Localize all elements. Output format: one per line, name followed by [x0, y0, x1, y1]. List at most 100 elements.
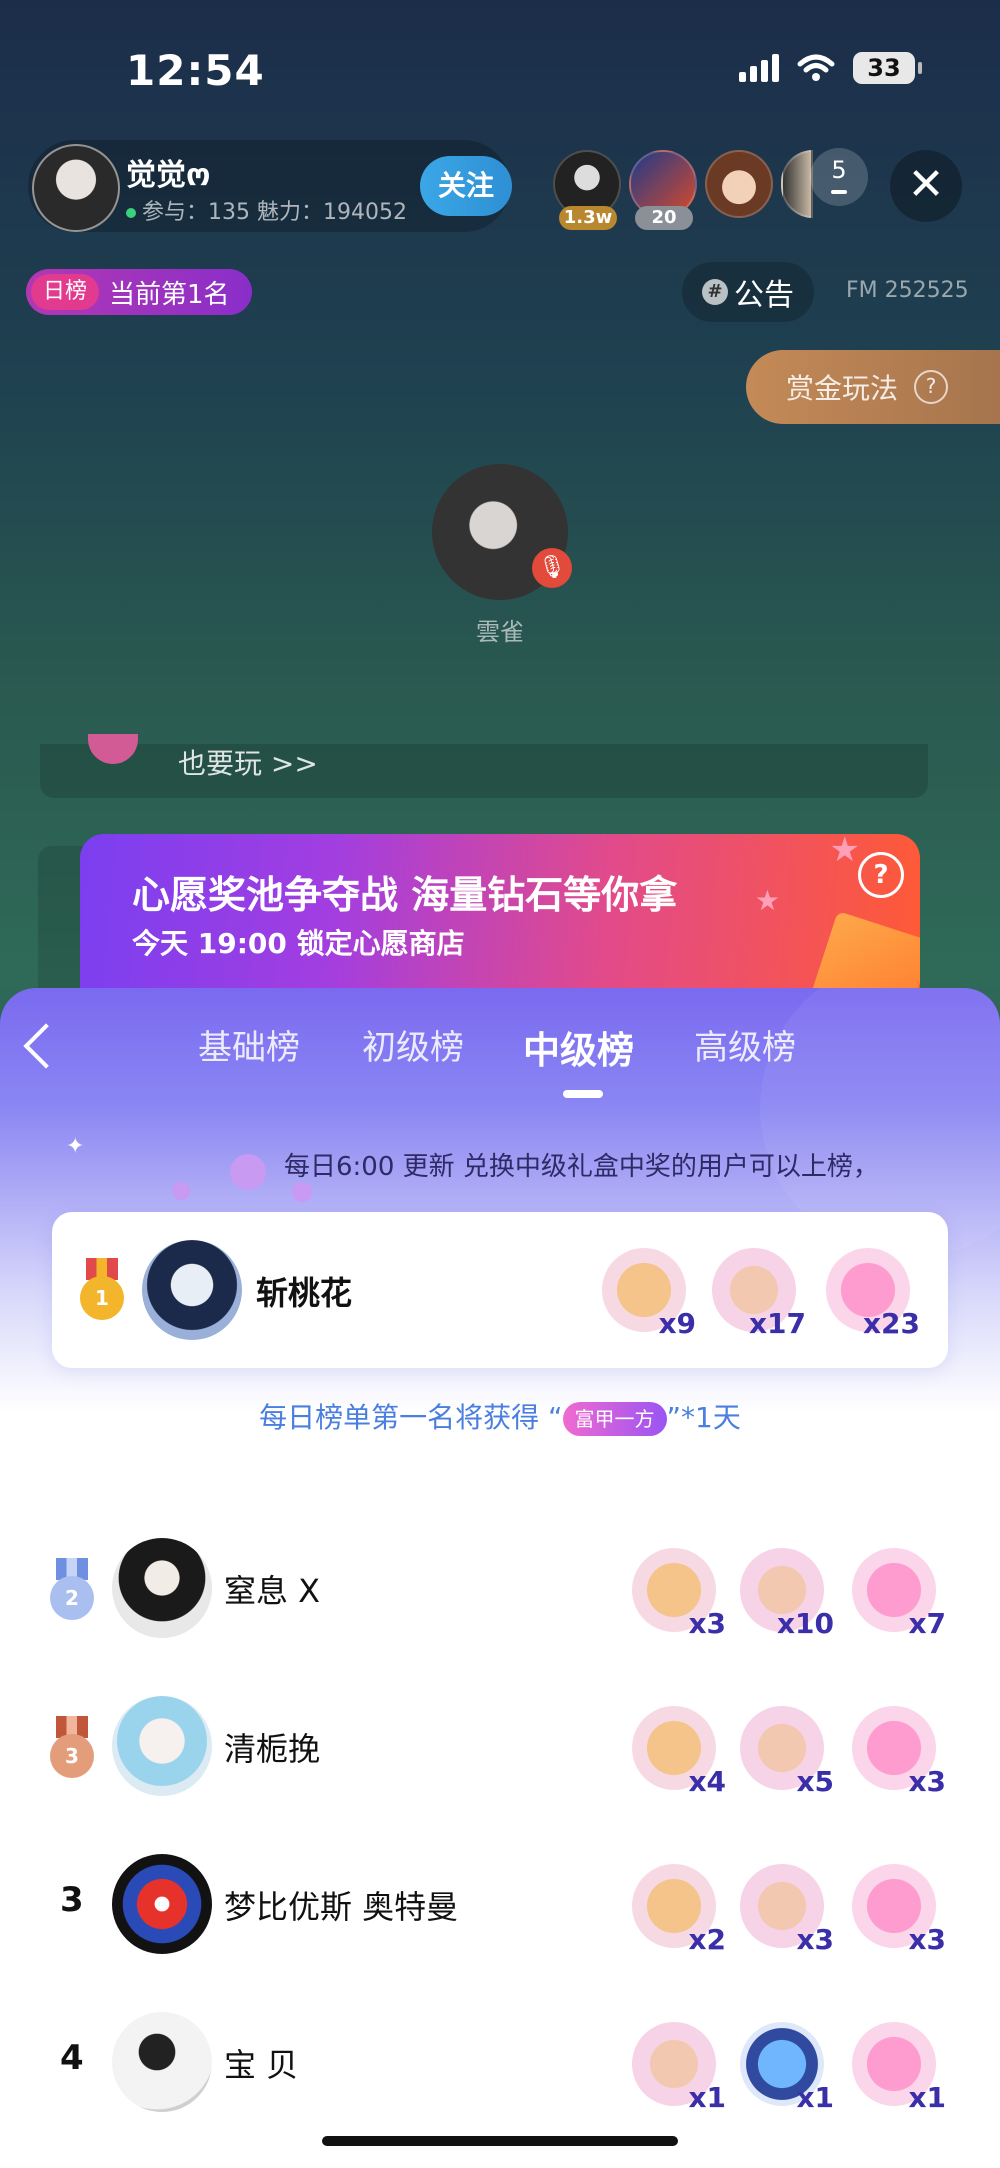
fm-id: FM 252525 — [846, 278, 969, 303]
first-place-card[interactable]: 1 斩桃花 x9 x17 x23 — [52, 1212, 948, 1368]
gift-count: x17 — [748, 1307, 806, 1340]
viewer-badge: 20 — [635, 206, 693, 230]
follow-button[interactable]: 关注 — [420, 156, 512, 216]
gift-teddy-bear-icon: x3 — [734, 1858, 834, 1956]
promo-title: 心愿奖池争夺战 海量钻石等你拿 — [132, 873, 678, 917]
host-stats: 参与：135 魅力：194052 — [126, 194, 407, 226]
reward-note: 每日榜单第一名将获得 “富甲一方 ”*1天 — [0, 1396, 1000, 1436]
game-icon — [88, 734, 138, 764]
gift-count: x3 — [908, 1923, 946, 1956]
gift-count: x3 — [908, 1765, 946, 1798]
user-name: 梦比优斯 奥特曼 — [224, 1888, 459, 1926]
tab-beginner[interactable]: 初级榜 — [362, 1020, 464, 1069]
online-dot-icon — [126, 208, 136, 218]
leaderboard-panel: 基础榜 初级榜 中级榜 高级榜 ✦ 每日6:00 更新 兑换中级礼盒中奖的用户可… — [0, 988, 1000, 2168]
gift-envelope-bear-icon: x3 — [626, 1542, 726, 1640]
game-strip[interactable]: 也要玩 >> — [40, 734, 928, 798]
promo-subtitle: 今天 19:00 锁定心愿商店 — [132, 927, 465, 960]
daily-rank-tag: 日榜 — [31, 274, 100, 310]
user-name: 窒息 X — [224, 1572, 321, 1610]
gold-medal-icon: 1 — [78, 1258, 126, 1320]
user-avatar[interactable] — [142, 1240, 242, 1340]
daily-rank-text: 当前第1名 — [109, 279, 230, 310]
mic-muted-icon: 🎙 — [532, 548, 572, 588]
signal-icon — [739, 54, 779, 82]
gift-count: x5 — [796, 1765, 834, 1798]
update-note: 每日6:00 更新 兑换中级礼盒中奖的用户可以上榜， — [284, 1152, 879, 1182]
reward-badge: 富甲一方 — [562, 1402, 667, 1436]
silver-medal-icon: 2 — [48, 1558, 96, 1620]
rank-row[interactable]: 2 窒息 X x3 x10 x7 — [0, 1528, 1000, 1648]
daily-rank-badge[interactable]: 日榜 当前第1名 — [26, 269, 252, 315]
sparkle-icon: ✦ — [66, 1134, 85, 1159]
gift-heart-wand-icon: x3 — [846, 1858, 946, 1956]
user-avatar[interactable] — [112, 1854, 212, 1954]
notice-button[interactable]: # 公告 — [682, 262, 814, 322]
battery-icon: 33 — [853, 52, 922, 84]
host-avatar[interactable] — [32, 144, 120, 232]
help-icon: ? — [914, 370, 949, 404]
gift-count: x1 — [796, 2081, 834, 2114]
bounty-button[interactable]: 赏金玩法 ? — [746, 350, 1000, 424]
gift-heart-wand-icon: x7 — [846, 1542, 946, 1640]
bronze-medal-icon: 3 — [48, 1716, 96, 1778]
viewer-list: 1.3w 20 — [553, 150, 813, 230]
viewer-avatar[interactable]: 20 — [629, 150, 697, 230]
viewer-avatar[interactable] — [705, 150, 773, 218]
star-icon: ★ — [754, 884, 780, 917]
gift-magic-book-icon: x1 — [734, 2016, 834, 2114]
gift-count: x7 — [908, 1607, 946, 1640]
gift-count: x1 — [688, 2081, 726, 2114]
tab-intermediate[interactable]: 中级榜 — [523, 1020, 634, 1074]
gift-count: x3 — [688, 1607, 726, 1640]
viewer-badge: 1.3w — [559, 206, 617, 230]
gift-count: x4 — [688, 1765, 726, 1798]
gift-envelope-bear-icon: x2 — [626, 1858, 726, 1956]
gift-heart-wand-icon: x23 — [820, 1242, 920, 1340]
rank-number: 3 — [60, 1880, 84, 1920]
host-stats-text: 参与：135 魅力：194052 — [142, 200, 407, 225]
rank-row[interactable]: 3 清栀挽 x4 x5 x3 — [0, 1686, 1000, 1806]
bounty-label: 赏金玩法 — [786, 372, 899, 405]
gift-count: x3 — [796, 1923, 834, 1956]
notice-label: 公告 — [734, 278, 794, 313]
status-bar: 12:54 33 — [0, 0, 1000, 140]
user-avatar[interactable] — [112, 2012, 212, 2112]
gift-envelope-bear-icon: x9 — [596, 1242, 696, 1340]
user-name: 斩桃花 — [256, 1274, 353, 1312]
viewer-avatar[interactable]: 1.3w — [553, 150, 621, 230]
gift-count: x2 — [688, 1923, 726, 1956]
gift-envelope-bear-icon: x4 — [626, 1700, 726, 1798]
user-avatar[interactable] — [112, 1696, 212, 1796]
reward-note-prefix: 每日榜单第一名将获得 “ — [259, 1401, 563, 1434]
game-strip-text: 也要玩 >> — [178, 747, 318, 780]
viewer-avatar[interactable] — [781, 150, 813, 218]
close-icon[interactable]: ✕ — [890, 150, 962, 222]
gift-heart-wand-icon: x3 — [846, 1700, 946, 1798]
gift-count: x1 — [908, 2081, 946, 2114]
wifi-icon — [797, 54, 835, 81]
tab-indicator — [563, 1090, 603, 1098]
viewer-count[interactable]: 5 — [810, 148, 868, 206]
gift-teddy-bear-icon: x5 — [734, 1700, 834, 1798]
star-icon: ★ — [829, 834, 860, 870]
rank-row[interactable]: 4 宝 贝 x1 x1 x1 — [0, 2002, 1000, 2122]
gift-count: x10 — [776, 1607, 834, 1640]
tab-basic[interactable]: 基础榜 — [198, 1020, 300, 1069]
gift-count: x23 — [862, 1307, 920, 1340]
status-icons: 33 — [739, 52, 922, 84]
gift-teddy-bear-icon: x10 — [734, 1542, 834, 1640]
user-name: 清栀挽 — [224, 1730, 321, 1768]
rank-row[interactable]: 3 梦比优斯 奥特曼 x2 x3 x3 — [0, 1844, 1000, 1964]
promo-help-icon[interactable]: ? — [858, 852, 904, 898]
gift-teddy-bear-icon: x17 — [706, 1242, 806, 1340]
tab-advanced[interactable]: 高级榜 — [694, 1020, 796, 1069]
gift-count: x9 — [658, 1307, 696, 1340]
gift-teddy-bear-icon: x1 — [626, 2016, 726, 2114]
promo-banner[interactable]: 心愿奖池争夺战 海量钻石等你拿 今天 19:00 锁定心愿商店 ? ★ ★ — [80, 834, 920, 1004]
home-indicator[interactable] — [322, 2136, 678, 2146]
user-avatar[interactable] — [112, 1538, 212, 1638]
gift-heart-wand-icon: x1 — [846, 2016, 946, 2114]
back-icon[interactable] — [20, 1016, 60, 1076]
user-name: 宝 贝 — [224, 2046, 299, 2084]
